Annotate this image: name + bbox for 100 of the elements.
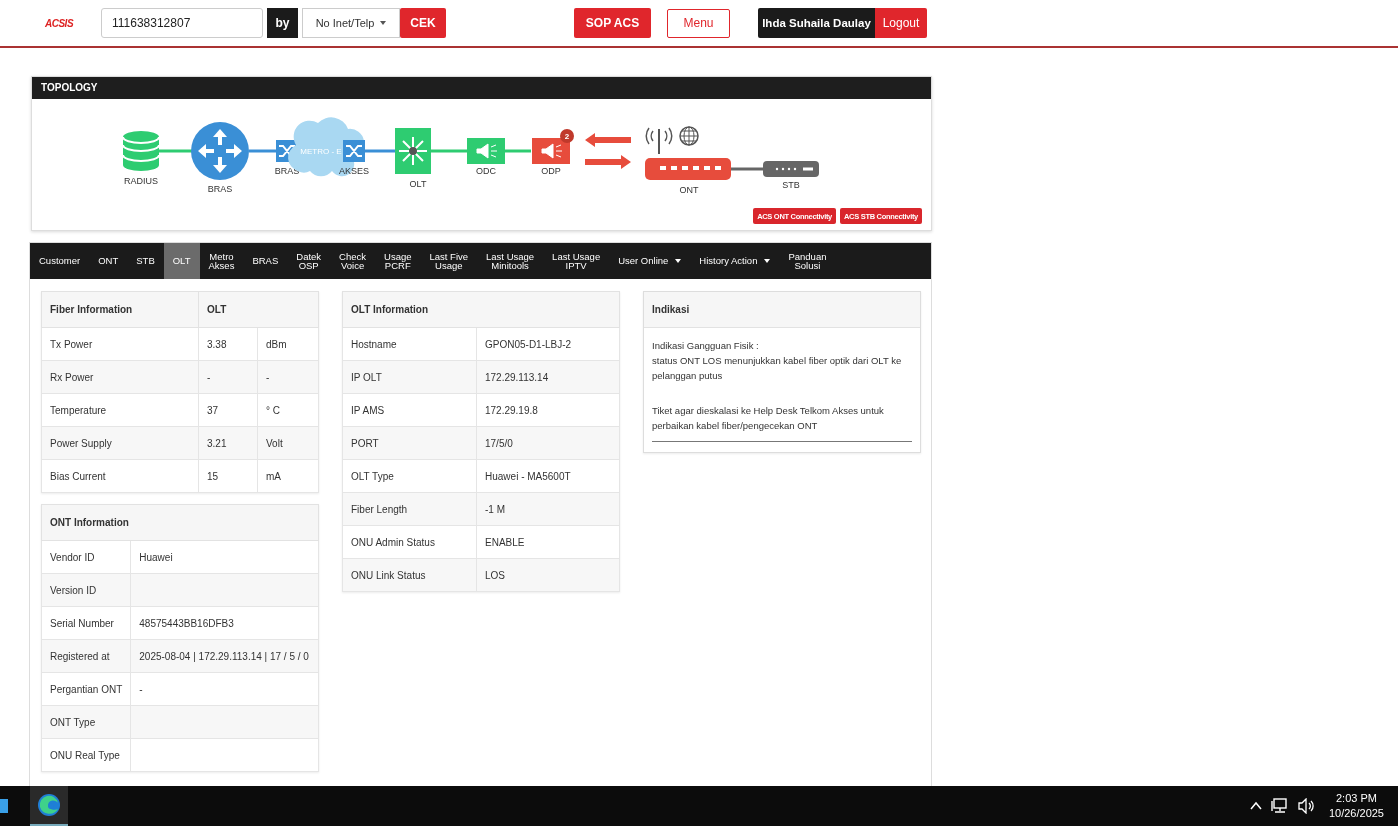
tab[interactable]: User Online (609, 243, 691, 279)
clock-time: 2:03 PM (1336, 791, 1377, 806)
table-cell: Vendor ID (41, 540, 131, 574)
connector-line (365, 149, 395, 153)
tab[interactable]: ONT (89, 243, 128, 279)
tab[interactable]: Datek OSP (287, 243, 331, 279)
table-cell: mA (257, 459, 319, 493)
check-button[interactable]: CEK (400, 8, 446, 38)
table-cell: - (257, 360, 319, 394)
network-icon[interactable] (1270, 798, 1289, 814)
logo: ACSIS (45, 17, 75, 29)
table-cell: Huawei (139, 551, 173, 563)
tab[interactable]: STB (127, 243, 164, 279)
tab[interactable]: History Action (690, 243, 780, 279)
antenna-icon (645, 127, 673, 155)
table-cell: Volt (257, 426, 319, 460)
node-label: BRAS (207, 184, 233, 194)
browser-taskbar-icon[interactable] (30, 786, 68, 826)
table-cell: 15 (198, 459, 258, 493)
tab[interactable]: Last Five Usage (420, 243, 478, 279)
node-label: AKSES (339, 166, 369, 176)
count-badge: 2 (560, 129, 574, 143)
sop-button[interactable]: SOP ACS (574, 8, 651, 38)
table-cell: 2025-08-04 | 172.29.113.14 | 17 / 5 / 0 (139, 650, 309, 662)
connector-line (731, 167, 763, 171)
card-title: TOPOLOGY (32, 77, 931, 99)
table-cell: ONU Admin Status (342, 525, 477, 559)
table-cell: 37 (198, 393, 258, 427)
tab[interactable]: Panduan Solusi (779, 243, 836, 279)
table-cell: Huawei - MA5600T (476, 459, 620, 493)
search-field[interactable]: 111638312807 (101, 8, 263, 38)
table-cell: OLT Type (342, 459, 477, 493)
table-cell: Rx Power (41, 360, 199, 394)
menu-button[interactable]: Menu (667, 8, 730, 38)
connector-line (249, 149, 276, 153)
table-cell: Fiber Length (342, 492, 477, 526)
node-label: OLT (409, 179, 427, 189)
table-cell: - (198, 360, 258, 394)
table-cell: IP AMS (342, 393, 477, 427)
table-cell: ONU Real Type (41, 738, 131, 772)
table-cell: ENABLE (476, 525, 620, 559)
node-label: ONT (679, 185, 699, 195)
table-header: ONT Information (41, 504, 319, 541)
table-cell: Power Supply (41, 426, 199, 460)
table-header: OLT (198, 291, 319, 328)
switch-icon (343, 140, 365, 162)
connector-line (505, 149, 531, 153)
logout-button[interactable]: Logout (875, 8, 927, 38)
tab[interactable]: OLT (163, 243, 200, 279)
table-cell: 48575443BB16DFB3 (139, 617, 234, 629)
table-header: OLT Information (342, 291, 620, 328)
table-cell: 172.29.19.8 (476, 393, 620, 427)
chevron-up-icon[interactable] (1249, 801, 1262, 811)
clock-date: 10/26/2025 (1328, 806, 1384, 821)
table-cell: Hostname (342, 327, 477, 361)
table-cell: Version ID (41, 573, 131, 607)
table-cell: 172.29.113.14 (476, 360, 620, 394)
node-label: STB (782, 180, 800, 190)
indication-text: Indikasi Gangguan Fisik : status ONT LOS menunjukkan kabel fiber optik dari OLT ke pelanggan putus (652, 339, 903, 383)
tab[interactable]: Metro Akses (199, 243, 244, 279)
node-label: ODP (541, 166, 561, 176)
connector-line (159, 149, 192, 153)
search-type-dropdown[interactable]: No Inet/Telp (302, 8, 400, 38)
panel-title: Indikasi (644, 292, 920, 328)
table-cell: ONU Link Status (342, 558, 477, 592)
tab[interactable]: Usage PCRF (375, 243, 421, 279)
tab[interactable]: Customer (30, 243, 90, 279)
router-icon (191, 122, 249, 180)
table-cell: ° C (257, 393, 319, 427)
table-cell: dBm (257, 327, 319, 361)
by-label: by (267, 8, 298, 38)
database-icon (122, 131, 160, 171)
bidirectional-arrows-icon (585, 133, 631, 169)
user-name: Ihda Suhaila Daulay (758, 8, 875, 38)
tab[interactable]: Last Usage IPTV (543, 243, 610, 279)
table-cell: ONT Type (41, 705, 131, 739)
table-header: Fiber Information (41, 291, 199, 328)
node-label: ODC (476, 166, 496, 176)
table-cell: Tx Power (41, 327, 199, 361)
table-cell: 3.21 (198, 426, 258, 460)
tab[interactable]: BRAS (243, 243, 288, 279)
table-cell: -1 M (476, 492, 620, 526)
table-cell: Registered at (41, 639, 131, 673)
table-cell: PORT (342, 426, 477, 460)
table-cell: IP OLT (342, 360, 477, 394)
volume-icon[interactable] (1297, 798, 1316, 814)
modem-icon (645, 158, 731, 180)
globe-icon (679, 126, 699, 146)
table-cell: Pergantian ONT (41, 672, 131, 706)
table-cell: GPON05-D1-LBJ-2 (476, 327, 620, 361)
tab[interactable]: Check Voice (330, 243, 376, 279)
table-cell: Bias Current (41, 459, 199, 493)
set-top-box-icon (763, 161, 819, 177)
table-cell: Serial Number (41, 606, 131, 640)
table-cell: Temperature (41, 393, 199, 427)
connector-line (431, 149, 467, 153)
table-cell: 17/5/0 (476, 426, 620, 460)
table-cell: 3.38 (198, 327, 258, 361)
tab[interactable]: Last Usage Minitools (477, 243, 544, 279)
table-cell: - (139, 683, 143, 695)
